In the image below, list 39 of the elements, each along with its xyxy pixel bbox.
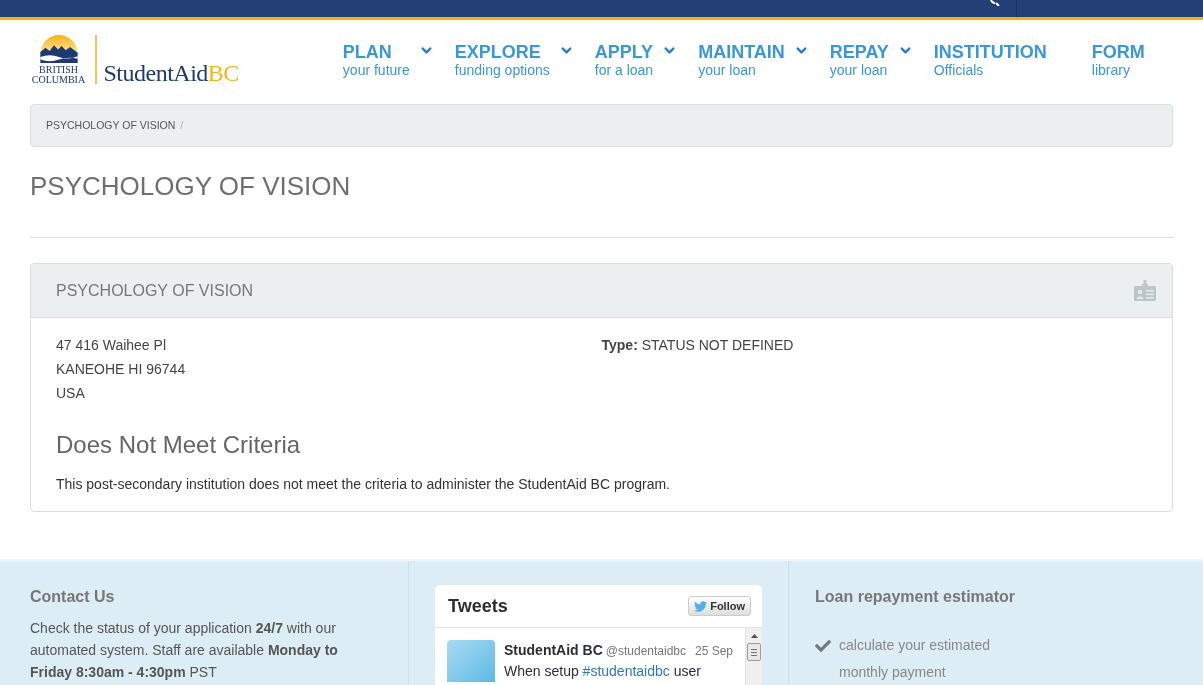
- breadcrumb-link[interactable]: PSYCHOLOGY OF VISION: [46, 117, 176, 134]
- nav-link[interactable]: APPLY for a loan: [594, 42, 678, 78]
- status-text: This post-secondary institution does not meet the criteria to administer the StudentAid BC program.: [56, 475, 670, 494]
- brand-wordmark: StudentAidBC: [103, 61, 239, 85]
- bird-icon: [694, 599, 708, 613]
- hashtag-link[interactable]: #studentaidbc: [582, 663, 670, 679]
- address-line: USA: [56, 384, 85, 403]
- breadcrumb-separator: /: [180, 117, 184, 133]
- tweet-text: When setup #studentaidbc user: [504, 662, 702, 680]
- address-line: 47 416 Waihee Pl: [56, 336, 166, 355]
- contact-text: Check the status of your application 24/7 with our automated system. Staff are available Monday to Friday 8:30am - 4:30pm PST: [30, 619, 339, 682]
- nav-link[interactable]: REPAY your loan: [829, 42, 913, 78]
- photo-placeholder: [447, 640, 495, 682]
- follow-button[interactable]: Follow: [688, 596, 751, 616]
- status-heading: Does Not Meet Criteria: [56, 430, 301, 460]
- check-icon: [815, 638, 831, 654]
- scrollbar[interactable]: [745, 628, 762, 685]
- panel-title: PSYCHOLOGY OF VISION: [56, 280, 254, 301]
- estimator-heading: Loan repayment estimator: [815, 587, 1016, 607]
- id-card-download-icon: [1134, 280, 1156, 301]
- nav-link[interactable]: MAINTAIN your loan: [698, 42, 809, 78]
- nav-link[interactable]: INSTITUTION Officials: [933, 42, 1071, 78]
- logo-text: COLUMBIA: [31, 75, 86, 84]
- scrollbar-thumb[interactable]: [747, 643, 761, 661]
- search-icon[interactable]: [990, 0, 1000, 6]
- estimator-feature: calculate your estimated monthly payment: [839, 636, 991, 682]
- contact-heading: Contact Us: [30, 587, 115, 607]
- address-line: KANEOHE HI 96744: [56, 360, 186, 379]
- type-text: Type: STATUS NOT DEFINED: [601, 337, 794, 353]
- tweet-handle: @studentaidbc: [605, 643, 686, 660]
- tweet-author[interactable]: StudentAid BC: [504, 640, 603, 661]
- logo-text: BRITISH: [39, 65, 78, 74]
- nav-link[interactable]: PLAN your future: [342, 42, 434, 78]
- tweets-heading: Tweets: [448, 594, 508, 618]
- nav-link[interactable]: EXPLORE funding options: [454, 42, 574, 78]
- tweet-date: 25 Sep: [694, 643, 733, 660]
- nav-link[interactable]: FORM library: [1091, 42, 1169, 78]
- page-title: PSYCHOLOGY OF VISION: [30, 171, 351, 201]
- scroll-up-icon[interactable]: [750, 634, 758, 638]
